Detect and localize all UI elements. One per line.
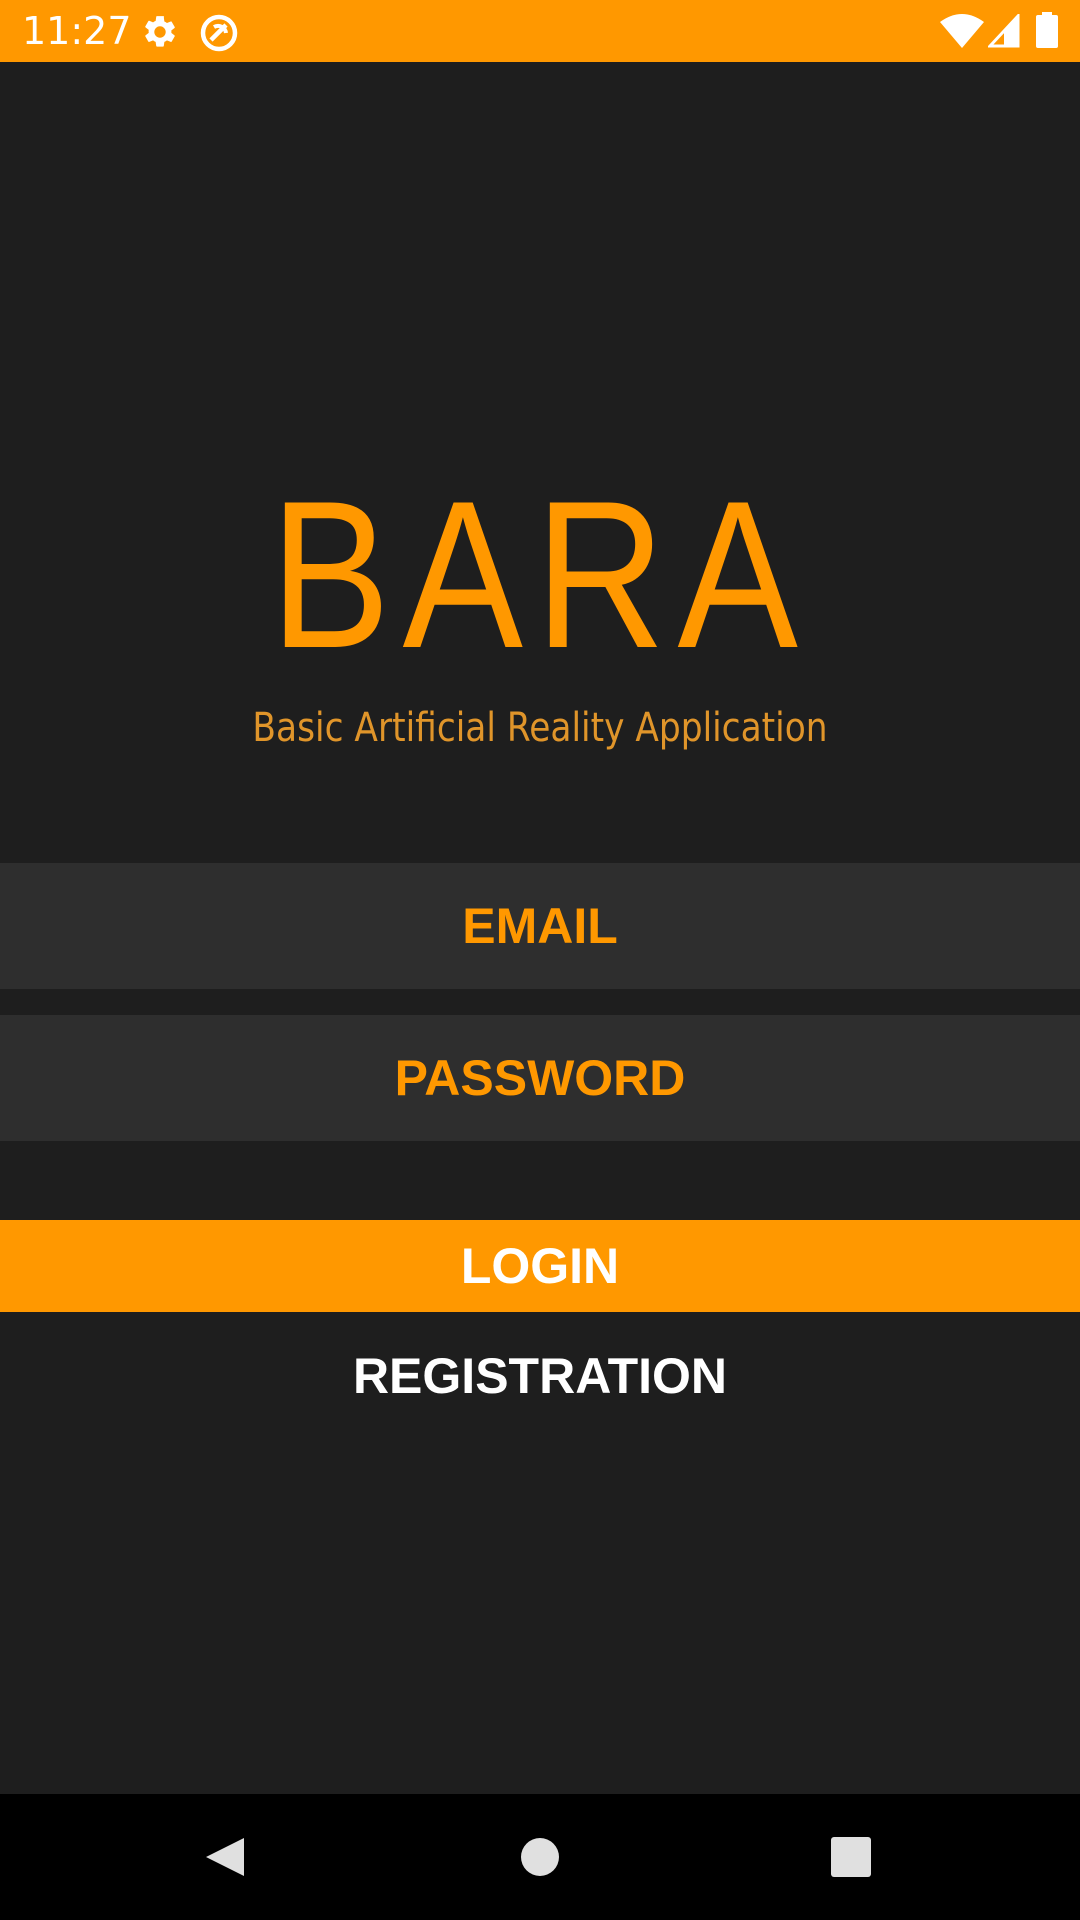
password-field[interactable] bbox=[0, 1015, 1080, 1141]
login-screen: 11:27 BARA Basic Artificial Reality Appl… bbox=[0, 0, 1080, 1920]
status-time: 11:27 bbox=[22, 9, 132, 53]
registration-button[interactable]: REGISTRATION bbox=[0, 1330, 1080, 1422]
wifi-icon bbox=[940, 14, 984, 48]
login-button[interactable]: LOGIN bbox=[0, 1220, 1080, 1312]
back-icon[interactable] bbox=[192, 1824, 258, 1890]
signal-icon bbox=[988, 14, 1020, 48]
app-subtitle: Basic Artificial Reality Application bbox=[252, 705, 828, 751]
sync-icon bbox=[200, 14, 238, 52]
email-field[interactable] bbox=[0, 863, 1080, 989]
battery-icon bbox=[1036, 12, 1058, 48]
app-title: BARA bbox=[270, 457, 810, 692]
status-bar: 11:27 bbox=[0, 0, 1080, 62]
navigation-bar bbox=[0, 1794, 1080, 1920]
recents-icon[interactable] bbox=[818, 1824, 884, 1890]
gear-icon bbox=[145, 16, 175, 47]
home-icon[interactable] bbox=[507, 1824, 573, 1890]
